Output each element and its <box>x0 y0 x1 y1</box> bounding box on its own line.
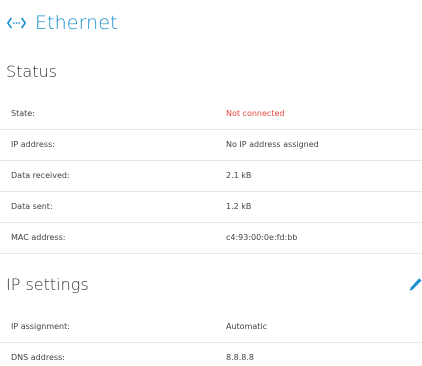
status-row-mac-address: MAC address: c4:93:00:0e:fd:bb <box>0 223 422 254</box>
data-sent-value: 1.2 kB <box>226 202 252 211</box>
status-row-ip-address: IP address: No IP address assigned <box>0 130 422 161</box>
row-label: MAC address: <box>11 233 66 242</box>
ip-settings-section-title: IP settings <box>6 275 89 294</box>
status-section-title: Status <box>6 62 57 81</box>
row-label: IP address: <box>11 140 55 149</box>
row-label: State: <box>11 109 35 118</box>
status-table: State: Not connected IP address: No IP a… <box>0 99 422 254</box>
status-row-data-sent: Data sent: 1.2 kB <box>0 192 422 223</box>
status-row-state: State: Not connected <box>0 99 422 130</box>
state-value: Not connected <box>226 109 285 118</box>
ethernet-icon <box>7 17 26 29</box>
ip-address-value: No IP address assigned <box>226 140 319 149</box>
row-label: DNS address: <box>11 353 65 362</box>
page-title: Ethernet <box>35 12 118 34</box>
ip-row-assignment: IP assignment: Automatic <box>0 312 422 343</box>
status-row-data-received: Data received: 2.1 kB <box>0 161 422 192</box>
row-label: Data sent: <box>11 202 53 211</box>
row-label: IP assignment: <box>11 322 70 331</box>
pencil-icon <box>408 278 422 297</box>
dns-address-value: 8.8.8.8 <box>226 353 254 362</box>
mac-address-value: c4:93:00:0e:fd:bb <box>226 233 298 242</box>
row-label: Data received: <box>11 171 70 180</box>
ip-settings-table: IP assignment: Automatic DNS address: 8.… <box>0 312 422 366</box>
edit-ip-settings-button[interactable] <box>408 277 422 293</box>
ip-assignment-value: Automatic <box>226 322 268 331</box>
data-received-value: 2.1 kB <box>226 171 252 180</box>
ethernet-page: Ethernet Status State: Not connected IP … <box>0 0 422 366</box>
ip-row-dns-address: DNS address: 8.8.8.8 <box>0 343 422 366</box>
page-header: Ethernet <box>7 8 118 38</box>
